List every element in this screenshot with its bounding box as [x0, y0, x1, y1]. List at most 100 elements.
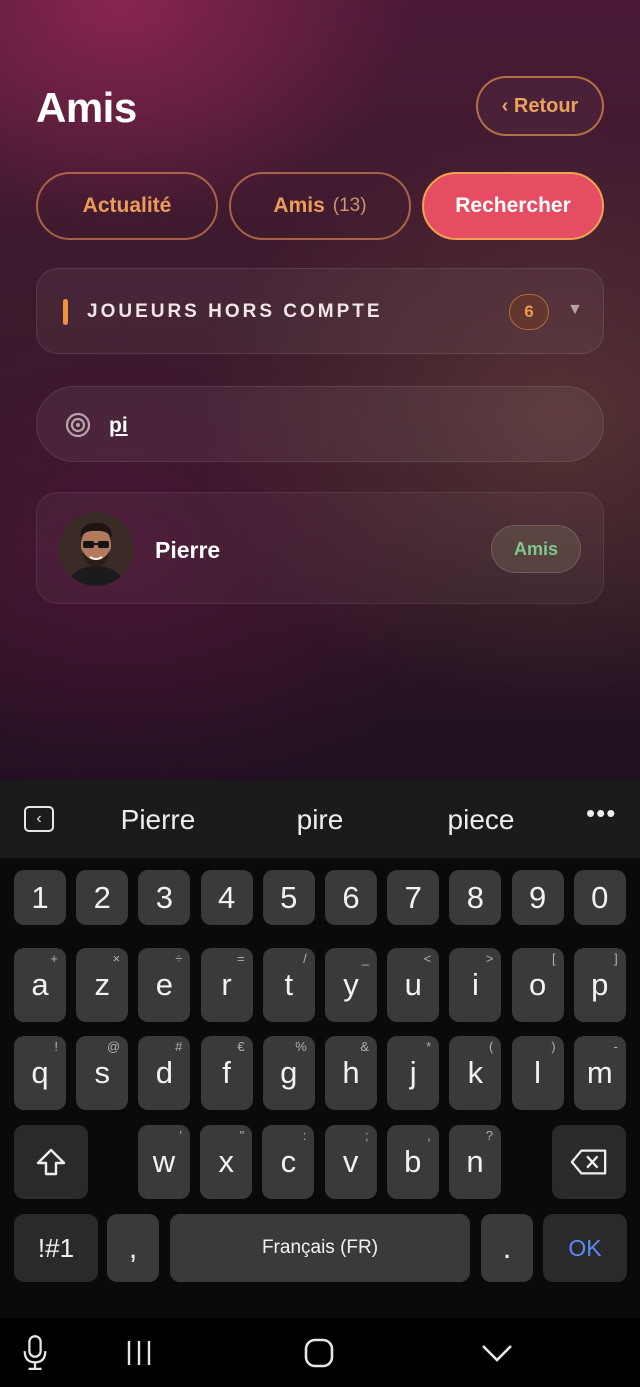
key-k[interactable]: k( [449, 1036, 502, 1110]
key-9[interactable]: 9 [511, 870, 564, 925]
key-secondary-label: ÷ [175, 951, 183, 966]
key-e[interactable]: e ÷ [138, 948, 191, 1022]
key-secondary-label: * [426, 1039, 432, 1054]
key-b[interactable]: b, [386, 1125, 439, 1199]
key-z[interactable]: z × [76, 948, 129, 1022]
key-secondary-label: ; [364, 1128, 369, 1143]
key-u[interactable]: u < [387, 948, 440, 1022]
section-accent-bar [63, 299, 68, 325]
key-label: 0 [591, 879, 609, 915]
key-label: 8 [466, 879, 485, 915]
key-secondary-label: _ [361, 951, 369, 966]
key-label: . [502, 1230, 512, 1265]
key-label: h [342, 1055, 360, 1090]
key-label: 7 [404, 879, 422, 915]
recent-apps-icon[interactable] [114, 1328, 164, 1378]
key-label: , [128, 1230, 138, 1265]
key-label: y [343, 967, 359, 1002]
key-label: a [31, 967, 49, 1002]
avatar [59, 512, 133, 586]
suggestion-1[interactable]: Pierre [78, 804, 238, 836]
backspace-key[interactable] [552, 1125, 626, 1199]
key-secondary-label: - [613, 1039, 618, 1054]
key-label: r [221, 967, 232, 1002]
key-h[interactable]: h & [325, 1036, 377, 1110]
more-options-icon[interactable]: ••• [586, 798, 616, 829]
key-s[interactable]: s @ [76, 1036, 129, 1110]
key-label: d [155, 1055, 174, 1090]
shift-key[interactable] [14, 1125, 88, 1199]
suggestion-2[interactable]: pire [240, 804, 400, 836]
key-label: i [471, 967, 479, 1002]
period-key[interactable]: . [481, 1214, 533, 1282]
key-secondary-label: × [112, 951, 121, 966]
key-w[interactable]: w ' [138, 1125, 190, 1199]
key-g[interactable]: g% [262, 1036, 315, 1110]
key-0[interactable]: 0 [573, 870, 626, 925]
tab-amis[interactable]: Amis (13) [229, 172, 411, 240]
tab-actualite[interactable]: Actualité [36, 172, 218, 240]
key-label: !#1 [37, 1232, 75, 1263]
key-label: g [280, 1055, 298, 1090]
key-f[interactable]: f € [200, 1036, 253, 1110]
key-l[interactable]: l) [511, 1036, 564, 1110]
key-m[interactable]: m- [573, 1036, 626, 1110]
key-label: m [586, 1055, 613, 1090]
key-j[interactable]: j * [387, 1036, 440, 1110]
section-count-badge: 6 [509, 294, 549, 330]
key-secondary-label: = [237, 951, 245, 966]
backspace-icon [570, 1149, 607, 1175]
key-y[interactable]: y _ [325, 948, 377, 1022]
key-o[interactable]: o[ [511, 948, 564, 1022]
key-6[interactable]: 6 [325, 870, 377, 925]
suggestion-3[interactable]: piece [401, 804, 561, 836]
key-label: j [409, 1055, 417, 1090]
key-d[interactable]: d # [138, 1036, 191, 1110]
key-v[interactable]: v; [324, 1125, 377, 1199]
symbols-key[interactable]: !#1 [14, 1214, 98, 1282]
ok-key[interactable]: OK [543, 1214, 627, 1282]
result-card[interactable]: Pierre Amis [36, 492, 604, 604]
comma-key[interactable]: , [107, 1214, 159, 1282]
key-1[interactable]: 1 [14, 870, 66, 925]
key-5[interactable]: 5 [262, 870, 315, 925]
key-8[interactable]: 8 [449, 870, 502, 925]
key-7[interactable]: 7 [387, 870, 440, 925]
key-secondary-label: & [360, 1039, 369, 1054]
key-3[interactable]: 3 [138, 870, 191, 925]
chevron-down-icon: ▼ [567, 301, 583, 318]
friend-status-badge[interactable]: Amis [491, 525, 581, 573]
key-t[interactable]: t / [262, 948, 315, 1022]
key-a[interactable]: a + [14, 948, 66, 1022]
key-label: k [467, 1055, 484, 1090]
space-key[interactable]: Français (FR) [170, 1214, 470, 1282]
search-input[interactable]: pi [109, 414, 128, 438]
key-4[interactable]: 4 [200, 870, 253, 925]
system-navigation-bar [0, 1318, 640, 1387]
key-label: l [534, 1055, 542, 1090]
key-q[interactable]: q! [14, 1036, 66, 1110]
target-icon [65, 412, 91, 438]
key-x[interactable]: x " [200, 1125, 253, 1199]
key-secondary-label: " [239, 1128, 245, 1143]
home-icon[interactable] [294, 1328, 344, 1378]
key-label: c [280, 1144, 297, 1179]
key-secondary-label: > [485, 951, 494, 966]
hide-keyboard-icon[interactable] [472, 1328, 522, 1378]
friends-screen: Amis ‹ Retour Actualité Amis (13) Recher… [0, 0, 640, 780]
microphone-icon[interactable] [10, 1328, 60, 1378]
key-c[interactable]: c: [262, 1125, 315, 1199]
collapse-toolbar-icon[interactable]: ‹ [24, 806, 54, 832]
key-i[interactable]: i > [449, 948, 502, 1022]
back-button[interactable]: ‹ Retour [476, 76, 604, 136]
key-secondary-label: [ [551, 951, 556, 966]
key-secondary-label: % [295, 1039, 307, 1054]
tab-rechercher[interactable]: Rechercher [422, 172, 604, 240]
key-r[interactable]: r = [200, 948, 253, 1022]
search-field[interactable]: pi [36, 386, 604, 462]
suggestion-bar: ‹ Pierre pire piece ••• [0, 780, 640, 858]
key-n[interactable]: n? [449, 1125, 501, 1199]
key-p[interactable]: p] [573, 948, 626, 1022]
offline-players-section[interactable]: JOUEURS HORS COMPTE 6 ▼ [36, 268, 604, 354]
key-2[interactable]: 2 [76, 870, 129, 925]
